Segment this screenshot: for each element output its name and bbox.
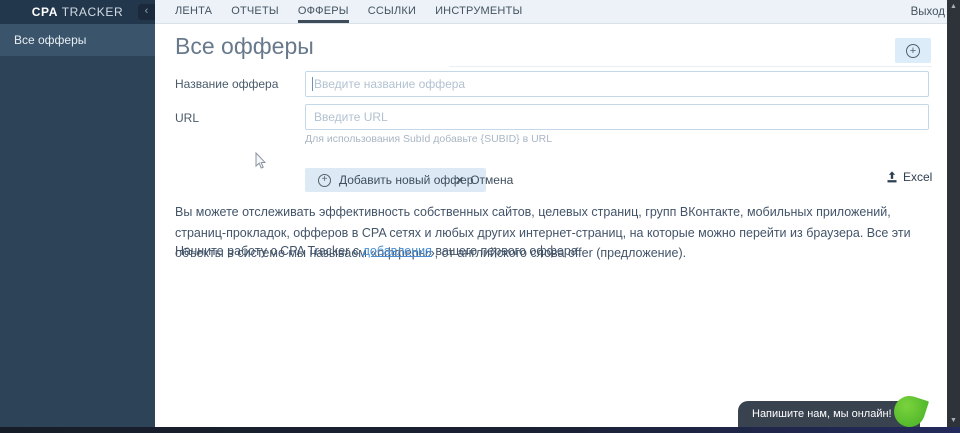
sidebar: CPA TRACKER ‹ Все офферы bbox=[0, 0, 155, 427]
chat-message: Напишите нам, мы онлайн! bbox=[752, 408, 892, 420]
start-line: Начните работу с CPA Tracker с добавлени… bbox=[175, 244, 581, 258]
plus-circle-icon: + bbox=[906, 43, 920, 58]
tab-ssylki[interactable]: ССЫЛКИ bbox=[368, 0, 416, 23]
start-text-before: Начните работу с CPA Tracker с bbox=[175, 244, 363, 258]
logo-bold: CPA bbox=[31, 5, 58, 19]
excel-export-button[interactable]: Excel bbox=[886, 170, 932, 184]
start-text-after: вашего первого оффера. bbox=[431, 244, 582, 258]
tab-otchety[interactable]: ОТЧЕТЫ bbox=[231, 0, 279, 23]
window-bottom-edge bbox=[0, 427, 960, 433]
tab-instrumenty[interactable]: ИНСТРУМЕНТЫ bbox=[435, 0, 522, 23]
offer-name-input[interactable] bbox=[305, 71, 929, 97]
tab-label: ССЫЛКИ bbox=[367, 5, 417, 17]
sidebar-collapse-button[interactable]: ‹ bbox=[138, 4, 155, 20]
url-input[interactable] bbox=[305, 104, 929, 130]
tab-label: ОТЧЕТЫ bbox=[231, 5, 279, 17]
tab-label: ЛЕНТА bbox=[175, 5, 213, 17]
scroll-up-icon[interactable]: ▲ bbox=[947, 3, 960, 10]
top-nav: ЛЕНТА ОТЧЕТЫ ОФФЕРЫ ССЫЛКИ ИНСТРУМЕНТЫ bbox=[155, 0, 947, 24]
excel-label: Excel bbox=[903, 170, 933, 184]
divider-line bbox=[449, 66, 932, 67]
tab-lenta[interactable]: ЛЕНТА bbox=[175, 0, 212, 23]
chat-widget[interactable]: Напишите нам, мы онлайн! jivo bbox=[738, 391, 929, 432]
page-title: Все офферы bbox=[175, 33, 314, 59]
offer-name-label: Название оффера bbox=[175, 77, 279, 91]
upload-icon bbox=[887, 171, 897, 183]
text-caret bbox=[312, 77, 313, 91]
logout-link[interactable]: Выход bbox=[911, 0, 945, 24]
cancel-button[interactable]: ✕ Отмена bbox=[455, 168, 513, 192]
sidebar-header: CPA TRACKER ‹ bbox=[0, 0, 155, 24]
submit-label: Добавить новый оффер bbox=[339, 173, 474, 187]
scroll-down-icon[interactable]: ▼ bbox=[947, 417, 960, 424]
add-offer-link[interactable]: добавления bbox=[363, 244, 432, 258]
app-window: CPA TRACKER ‹ Все офферы ЛЕНТА ОТЧЕТЫ ОФ… bbox=[0, 0, 960, 433]
add-offer-button[interactable]: + bbox=[895, 38, 931, 63]
subid-hint: Для использования SubId добавьте {SUBID}… bbox=[305, 133, 553, 145]
logo-rest: TRACKER bbox=[57, 5, 124, 19]
tab-offery[interactable]: ОФФЕРЫ bbox=[297, 0, 349, 23]
sidebar-item-label: Все офферы bbox=[14, 33, 87, 47]
cancel-label: Отмена bbox=[470, 173, 514, 187]
tab-label: ИНСТРУМЕНТЫ bbox=[435, 5, 523, 17]
vertical-scrollbar[interactable]: ▲ ▼ bbox=[947, 0, 960, 433]
url-label: URL bbox=[175, 111, 200, 125]
close-icon: ✕ bbox=[455, 174, 465, 187]
app-logo: CPA TRACKER bbox=[32, 5, 124, 19]
chevron-left-icon: ‹ bbox=[144, 5, 149, 17]
tab-label: ОФФЕРЫ bbox=[297, 5, 349, 17]
plus-circle-icon: + bbox=[318, 173, 331, 187]
sidebar-item-all-offers[interactable]: Все офферы bbox=[0, 24, 155, 56]
